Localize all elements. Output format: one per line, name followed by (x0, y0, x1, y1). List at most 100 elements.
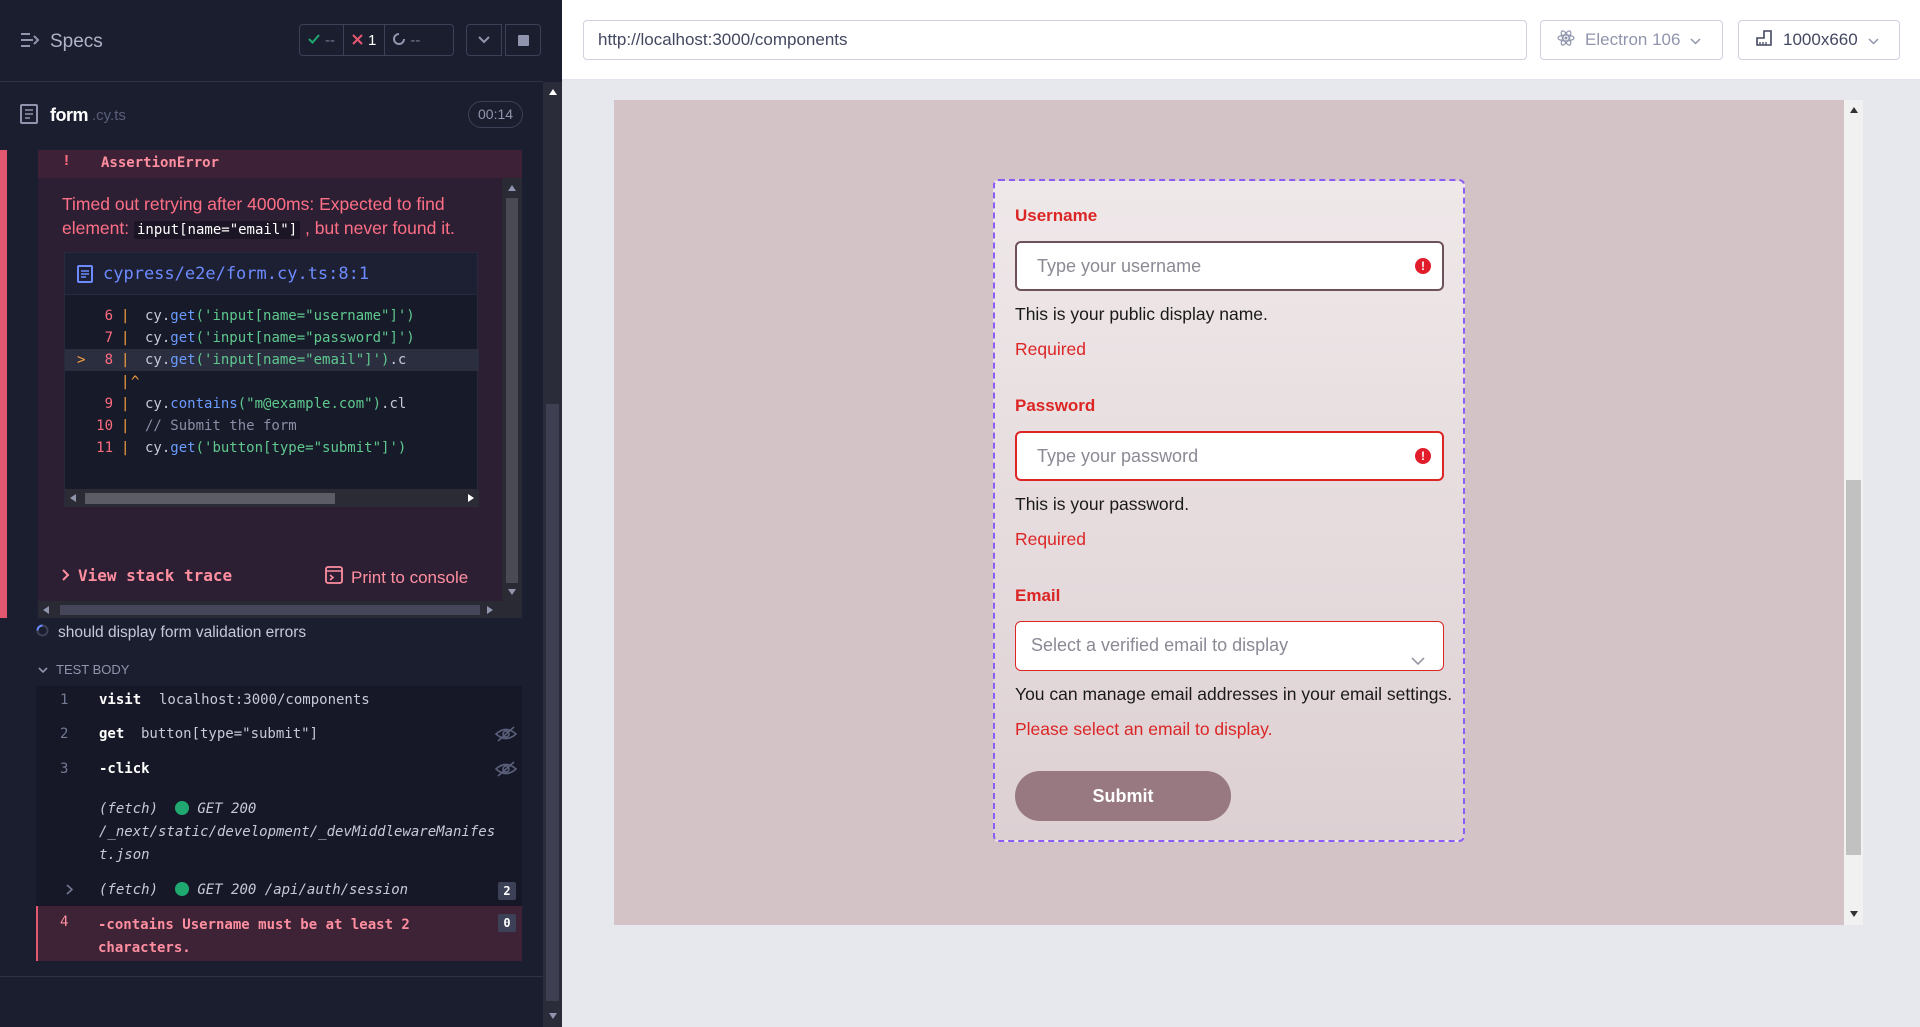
code-token-s: ("m@example.com") (237, 396, 382, 412)
chevron-right-icon (66, 883, 74, 899)
browser-toolbar: http://localhost:3000/components Electro… (562, 0, 1920, 80)
error-block: ! AssertionError Timed out retrying afte… (0, 150, 522, 618)
scroll-left-icon (43, 606, 49, 614)
password-input[interactable]: Type your password ! (1015, 431, 1444, 481)
fetch-log-row[interactable]: (fetch) GET 200 /api/auth/session 2 (36, 882, 522, 906)
collapse-button[interactable] (466, 24, 502, 56)
error-horizontal-scrollbar[interactable] (38, 601, 522, 618)
test-title[interactable]: should display form validation errors (36, 624, 306, 642)
error-icon: ! (64, 152, 69, 169)
code-token-post: .c (389, 352, 407, 368)
test-body-label: TEST BODY (56, 662, 130, 677)
eye-slash-icon[interactable] (494, 725, 518, 747)
password-label: Password (1015, 396, 1096, 415)
code-text: // Submit the form (145, 415, 297, 437)
test-body-toggle[interactable]: TEST BODY (38, 662, 129, 677)
terminal-icon (325, 566, 343, 589)
fetch-status: GET 200 (197, 882, 257, 898)
gutter-bar: | (121, 352, 130, 368)
browser-selector[interactable]: Electron 106 (1540, 20, 1723, 60)
error-vertical-scrollbar[interactable] (502, 178, 522, 601)
error-message-after: , but never found it. (300, 218, 455, 238)
url-bar[interactable]: http://localhost:3000/components (583, 20, 1527, 60)
code-horizontal-scrollbar[interactable] (65, 489, 479, 507)
specs-menu-icon[interactable] (20, 32, 40, 53)
line-number: 11 (96, 440, 113, 456)
code-token-kw: get (170, 352, 196, 368)
eye-slash-icon[interactable] (494, 760, 518, 782)
command-number: 4 (60, 914, 69, 930)
command-log: 1 visit localhost:3000/components 2 get … (36, 686, 522, 961)
password-help: This is your password. (1015, 494, 1190, 514)
code-text: cy.contains("m@example.com").cl (145, 393, 406, 415)
scroll-thumb[interactable] (85, 493, 335, 504)
command-arg: localhost:3000/components (159, 692, 370, 708)
browser-name: Electron 106 (1585, 30, 1681, 49)
code-text: ^ (131, 371, 139, 393)
specs-title[interactable]: Specs (50, 31, 103, 53)
spec-duration: 00:14 (468, 101, 524, 128)
profile-form: Username Type your username ! This is yo… (993, 179, 1465, 842)
command-arg: button[type="submit"] (141, 726, 319, 742)
code-line: 7 | cy.get('input[name="password"]') (65, 327, 479, 349)
command-name: get (99, 726, 125, 742)
scroll-thumb[interactable] (506, 198, 518, 583)
password-placeholder: Type your password (1037, 446, 1199, 466)
scroll-thumb[interactable] (1846, 480, 1861, 855)
code-frame-header[interactable]: cypress/e2e/form.cy.ts:8:1 (65, 253, 477, 295)
stop-icon (517, 34, 529, 46)
username-help: This is your public display name. (1015, 304, 1268, 324)
spec-file-name[interactable]: form (50, 105, 89, 126)
failed-count: 1 (368, 31, 377, 49)
code-text: cy.get('input[name="email"]').c (145, 349, 406, 371)
view-stack-trace-button[interactable]: View stack trace (62, 566, 232, 585)
code-text: cy.get('input[name="password"]') (145, 327, 415, 349)
line-number: 8 (104, 352, 113, 368)
scroll-thumb[interactable] (546, 404, 559, 1001)
scroll-up-icon (549, 89, 557, 95)
command-row[interactable]: 2 get button[type="submit"] (36, 726, 522, 750)
email-placeholder: Select a verified email to display (1031, 635, 1289, 655)
command-row[interactable]: 1 visit localhost:3000/components (36, 692, 522, 716)
fetch-log-row[interactable]: (fetch) GET 200 /_next/static/developmen… (36, 798, 522, 866)
failed-command-row[interactable]: 4 -contains Username must be at least 2 … (36, 906, 522, 961)
gutter-bar: | (121, 374, 130, 390)
scroll-right-icon (487, 606, 493, 614)
status-ok-icon (174, 801, 189, 815)
passed-stat: -- (300, 25, 343, 55)
runner-vertical-scrollbar[interactable] (543, 82, 562, 1027)
error-indicator-bar (0, 150, 7, 618)
code-line: 11 | cy.get('button[type="submit"]') (65, 437, 479, 459)
username-placeholder: Type your username (1037, 256, 1202, 276)
email-label: Email (1015, 586, 1061, 605)
code-file-path[interactable]: cypress/e2e/form.cy.ts:8:1 (103, 264, 369, 284)
fetch-url-line2: t.json (99, 847, 150, 863)
scroll-thumb[interactable] (60, 605, 480, 615)
viewport-selector[interactable]: 1000x660 (1738, 20, 1900, 60)
command-number: 2 (60, 726, 69, 742)
code-line: >8 | cy.get('input[name="email"]').c (65, 349, 479, 371)
email-select[interactable]: Select a verified email to display (1015, 621, 1444, 671)
command-name: -click (99, 761, 150, 777)
chevron-right-icon (62, 566, 70, 585)
error-alert-icon: ! (1415, 448, 1431, 464)
gutter-bar: | (121, 396, 130, 412)
line-number: 7 (104, 330, 113, 346)
code-token-s: ('input[name="email"]') (195, 352, 390, 368)
frame-vertical-scrollbar[interactable] (1844, 100, 1863, 925)
spec-file-row: form .cy.ts 00:14 (0, 98, 543, 132)
x-icon (352, 32, 363, 49)
request-count-badge: 2 (498, 882, 516, 900)
command-row[interactable]: 3 -click (36, 761, 522, 785)
spec-file-ext: .cy.ts (92, 107, 126, 124)
electron-icon (1557, 29, 1575, 52)
view-stack-trace-label: View stack trace (78, 566, 233, 585)
print-to-console-button[interactable]: Print to console (325, 566, 468, 589)
chevron-down-icon (38, 662, 48, 677)
username-input[interactable]: Type your username ! (1015, 241, 1444, 291)
submit-button[interactable]: Submit (1015, 771, 1231, 821)
chevron-down-icon (1868, 30, 1879, 50)
password-error: Required (1015, 529, 1087, 549)
stop-button[interactable] (505, 24, 541, 56)
error-message: Timed out retrying after 4000ms: Expecte… (62, 192, 482, 242)
